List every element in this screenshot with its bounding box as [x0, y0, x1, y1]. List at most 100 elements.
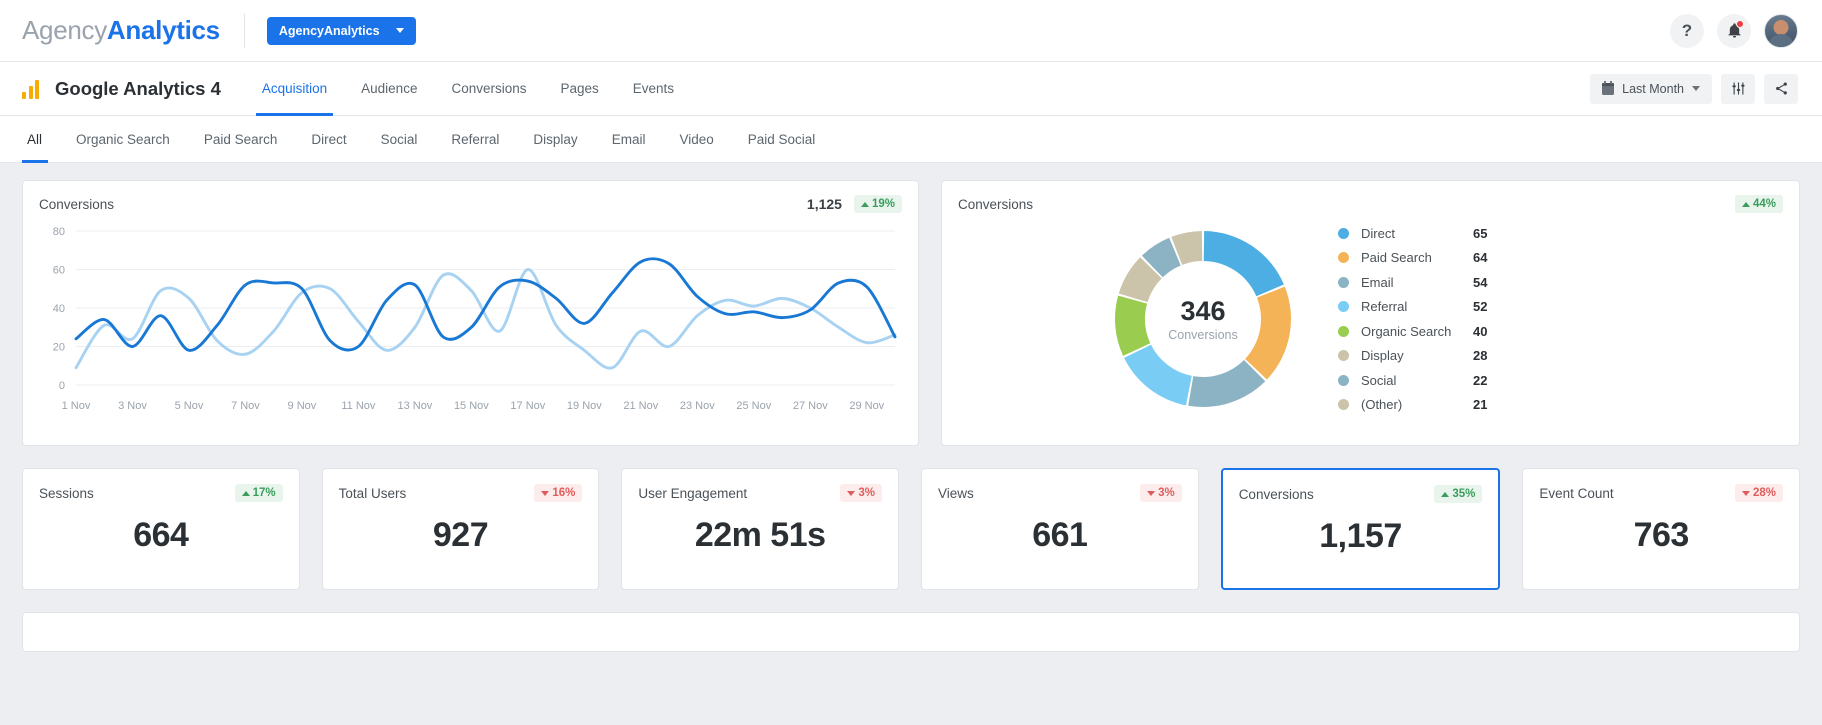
integration-bar-actions: Last Month [1590, 74, 1798, 104]
legend-color-dot [1338, 375, 1349, 386]
app-logo[interactable]: AgencyAnalytics [22, 15, 220, 46]
kpi-change-value: 3% [1158, 487, 1175, 499]
channel-tab-direct[interactable]: Direct [294, 116, 363, 163]
svg-text:3 Nov: 3 Nov [118, 400, 147, 412]
calendar-icon [1602, 83, 1614, 95]
svg-text:0: 0 [59, 380, 65, 392]
kpi-change-value: 16% [552, 487, 575, 499]
nav-tab-acquisition[interactable]: Acquisition [245, 62, 344, 116]
kpi-label: Sessions [39, 486, 94, 501]
legend-value: 54 [1473, 275, 1487, 290]
kpi-label: Event Count [1539, 486, 1613, 501]
kpi-label: Conversions [1239, 487, 1314, 502]
channel-tab-paid-search[interactable]: Paid Search [187, 116, 295, 163]
channel-tab-email[interactable]: Email [595, 116, 663, 163]
line-chart-area[interactable]: 0204060801 Nov3 Nov5 Nov7 Nov9 Nov11 Nov… [23, 213, 918, 425]
legend-label: Referral [1361, 299, 1473, 314]
svg-text:60: 60 [53, 265, 65, 277]
notifications-button[interactable] [1717, 14, 1751, 48]
kpi-label: Views [938, 486, 974, 501]
legend-value: 64 [1473, 250, 1487, 265]
arrow-up-icon [861, 202, 869, 207]
account-selector-button[interactable]: AgencyAnalytics [267, 17, 416, 45]
kpi-change-badge: 16% [534, 484, 582, 502]
donut-segment[interactable] [1115, 296, 1150, 356]
svg-text:15 Nov: 15 Nov [454, 400, 489, 412]
kpi-value: 927 [339, 516, 583, 555]
svg-text:1 Nov: 1 Nov [62, 400, 91, 412]
kpi-header: Conversions 35% [1239, 485, 1483, 503]
kpi-change-value: 17% [253, 487, 276, 499]
help-button[interactable]: ? [1670, 14, 1704, 48]
channel-tab-display[interactable]: Display [516, 116, 594, 163]
conversions-donut-chart-card: Conversions 44% 346 Conversions Direct [941, 180, 1800, 446]
kpi-card-user-engagement[interactable]: User Engagement3%22m 51s [621, 468, 899, 590]
nav-tab-conversions[interactable]: Conversions [434, 62, 543, 116]
donut-segment[interactable] [1124, 345, 1192, 406]
kpi-change-value: 28% [1753, 487, 1776, 499]
svg-text:23 Nov: 23 Nov [680, 400, 715, 412]
integration-title: Google Analytics 4 [55, 78, 221, 100]
nav-tab-pages[interactable]: Pages [544, 62, 616, 116]
logo-text-bold: Analytics [107, 15, 220, 45]
share-icon [1774, 81, 1789, 96]
legend-row[interactable]: Display28 [1338, 344, 1487, 369]
donut-segment[interactable] [1245, 287, 1291, 380]
arrow-down-icon [1742, 491, 1750, 496]
logo-text-light: Agency [22, 15, 107, 45]
kpi-value: 763 [1539, 516, 1783, 555]
user-avatar[interactable] [1764, 14, 1798, 48]
kpi-row: Sessions17%664Total Users16%927User Enga… [22, 468, 1800, 590]
legend-row[interactable]: Email54 [1338, 270, 1487, 295]
date-range-picker[interactable]: Last Month [1590, 74, 1712, 104]
nav-tab-events[interactable]: Events [616, 62, 691, 116]
channel-tab-paid-social[interactable]: Paid Social [731, 116, 833, 163]
kpi-card-event-count[interactable]: Event Count 28% 763 [1522, 468, 1800, 590]
arrow-down-icon [847, 491, 855, 496]
channel-tab-referral[interactable]: Referral [434, 116, 516, 163]
legend-row[interactable]: Referral52 [1338, 295, 1487, 320]
bottom-panel [22, 612, 1800, 652]
kpi-value: 22m 51s [638, 516, 882, 555]
line-card-total: 1,125 [807, 196, 842, 212]
svg-text:80: 80 [53, 226, 65, 238]
nav-tab-audience[interactable]: Audience [344, 62, 434, 116]
legend-label: Social [1361, 373, 1473, 388]
legend-row[interactable]: Social22 [1338, 368, 1487, 393]
legend-value: 21 [1473, 397, 1487, 412]
sliders-icon [1731, 81, 1746, 96]
legend-color-dot [1338, 301, 1349, 312]
svg-text:9 Nov: 9 Nov [288, 400, 317, 412]
kpi-change-badge: 17% [235, 484, 283, 502]
legend-color-dot [1338, 277, 1349, 288]
donut-card-header: Conversions 44% [942, 181, 1799, 213]
legend-row[interactable]: Direct65 [1338, 221, 1487, 246]
kpi-change-badge: 3% [840, 484, 882, 502]
notification-badge-dot [1736, 20, 1744, 28]
kpi-change-badge: 35% [1434, 485, 1482, 503]
kpi-value: 1,157 [1239, 517, 1483, 556]
channel-tab-all[interactable]: All [22, 116, 59, 163]
kpi-card-conversions[interactable]: Conversions 35% 1,157 [1221, 468, 1501, 590]
channel-tab-social[interactable]: Social [364, 116, 435, 163]
share-button[interactable] [1764, 74, 1798, 104]
donut-segment[interactable] [1204, 231, 1284, 296]
filter-settings-button[interactable] [1721, 74, 1755, 104]
kpi-card-total-users[interactable]: Total Users16%927 [322, 468, 600, 590]
svg-text:13 Nov: 13 Nov [397, 400, 432, 412]
account-selector-label: AgencyAnalytics [279, 24, 380, 38]
channel-tab-organic-search[interactable]: Organic Search [59, 116, 187, 163]
channel-tab-video[interactable]: Video [662, 116, 730, 163]
logo-divider [244, 14, 245, 48]
charts-row: Conversions 1,125 19% 0204060801 Nov3 No… [22, 180, 1800, 446]
legend-row[interactable]: (Other)21 [1338, 393, 1487, 418]
kpi-card-views[interactable]: Views3%661 [921, 468, 1199, 590]
legend-value: 65 [1473, 226, 1487, 241]
legend-row[interactable]: Organic Search40 [1338, 319, 1487, 344]
svg-text:20: 20 [53, 342, 65, 354]
kpi-card-sessions[interactable]: Sessions17%664 [22, 468, 300, 590]
donut-graphic[interactable]: 346 Conversions [1112, 228, 1294, 410]
legend-row[interactable]: Paid Search64 [1338, 246, 1487, 271]
top-bar-actions: ? [1670, 14, 1798, 48]
question-mark-icon: ? [1682, 21, 1692, 41]
